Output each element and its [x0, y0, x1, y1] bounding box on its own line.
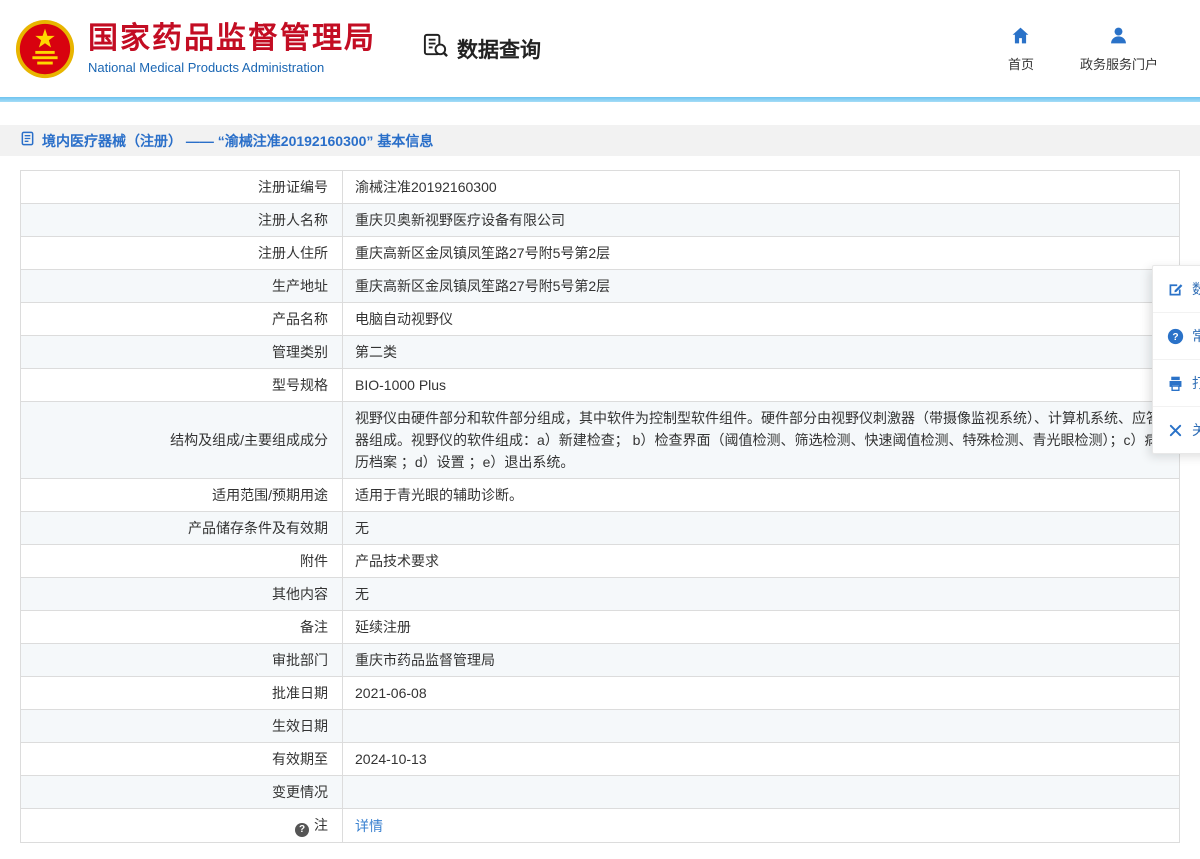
- row-label: 其他内容: [20, 577, 343, 611]
- printer-icon: [1167, 375, 1184, 392]
- row-label: 管理类别: [20, 335, 343, 369]
- table-row: 注册证编号 渝械注准20192160300: [20, 170, 1180, 204]
- row-label: 有效期至: [20, 742, 343, 776]
- panel-item-label: 数: [1192, 281, 1200, 297]
- row-value: 电脑自动视野仪: [342, 302, 1180, 336]
- row-label: 生产地址: [20, 269, 343, 303]
- table-row: 批准日期 2021-06-08: [20, 676, 1180, 710]
- row-label: 注册证编号: [20, 170, 343, 204]
- row-value: 重庆市药品监督管理局: [342, 643, 1180, 677]
- row-value: 渝械注准20192160300: [342, 170, 1180, 204]
- data-query-icon: [422, 32, 449, 65]
- row-value: 重庆高新区金凤镇凤笙路27号附5号第2层: [342, 236, 1180, 270]
- table-row: 备注 延续注册: [20, 610, 1180, 644]
- document-icon: [20, 131, 35, 151]
- org-name-cn: 国家药品监督管理局: [88, 22, 376, 56]
- table-row: 产品储存条件及有效期无: [20, 511, 1180, 545]
- row-label: 审批部门: [20, 643, 343, 677]
- row-label: 生效日期: [20, 709, 343, 743]
- row-label: 附件: [20, 544, 343, 578]
- breadcrumb-title: 境内医疗器械（注册） —— “渝械注准20192160300” 基本信息: [42, 132, 434, 149]
- registration-info: 注册证编号 渝械注准20192160300 注册人名称 重庆贝奥新视野医疗设备有限公司…: [20, 170, 1180, 843]
- nmpa-logo-link[interactable]: 国家药品监督管理局 National Medical Products Admi…: [14, 18, 376, 80]
- panel-item-close[interactable]: 关: [1153, 407, 1200, 453]
- breadcrumb: 境内医疗器械（注册） —— “渝械注准20192160300” 基本信息: [0, 125, 1200, 156]
- table-row: 生效日期: [20, 709, 1180, 743]
- row-value: [342, 709, 1180, 743]
- note-icon: ?: [295, 823, 309, 837]
- row-label: 批准日期: [20, 676, 343, 710]
- edit-icon: [1167, 281, 1184, 298]
- info-table-body: 注册证编号 渝械注准20192160300 注册人名称 重庆贝奥新视野医疗设备有限公司…: [20, 170, 1180, 843]
- table-row: 适用范围/预期用途 适用于青光眼的辅助诊断。: [20, 478, 1180, 512]
- table-row: 管理类别 第二类: [20, 335, 1180, 369]
- table-row: 型号规格 BIO-1000 Plus: [20, 368, 1180, 402]
- row-value: 适用于青光眼的辅助诊断。: [342, 478, 1180, 512]
- top-divider-bar: [0, 97, 1200, 102]
- row-value: 2021-06-08: [342, 676, 1180, 710]
- row-value: 第二类: [342, 335, 1180, 369]
- panel-item-data-query[interactable]: 数: [1153, 266, 1200, 313]
- panel-item-print[interactable]: 打: [1153, 360, 1200, 407]
- row-label: 注册人住所: [20, 236, 343, 270]
- close-icon: [1167, 422, 1184, 439]
- row-value: 详情: [342, 808, 1180, 843]
- row-label: 型号规格: [20, 368, 343, 402]
- nav-home-label: 首页: [1007, 56, 1034, 72]
- row-value: 重庆高新区金凤镇凤笙路27号附5号第2层: [342, 269, 1180, 303]
- section-title: 数据查询: [422, 32, 541, 65]
- row-value: [342, 775, 1180, 809]
- panel-item-label: 关: [1192, 422, 1200, 438]
- nav-portal-label: 政务服务门户: [1079, 56, 1158, 72]
- row-value: 延续注册: [342, 610, 1180, 644]
- row-value: 2024-10-13: [342, 742, 1180, 776]
- row-value: 无: [342, 511, 1180, 545]
- row-value: 视野仪由硬件部分和软件部分组成，其中软件为控制型软件组件。硬件部分由视野仪刺激器…: [342, 401, 1180, 479]
- nav-home[interactable]: 首页: [1008, 25, 1034, 73]
- row-value: BIO-1000 Plus: [342, 368, 1180, 402]
- row-value: 产品技术要求: [342, 544, 1180, 578]
- table-row: 审批部门 重庆市药品监督管理局: [20, 643, 1180, 677]
- table-row: 结构及组成/主要组成成分 视野仪由硬件部分和软件部分组成，其中软件为控制型软件组件…: [20, 401, 1180, 479]
- table-row: 生产地址 重庆高新区金凤镇凤笙路27号附5号第2层: [20, 269, 1180, 303]
- org-name: 国家药品监督管理局 National Medical Products Admi…: [88, 22, 376, 75]
- org-name-en: National Medical Products Administration: [88, 59, 325, 75]
- table-row: 其他内容无: [20, 577, 1180, 611]
- table-row: 附件 产品技术要求: [20, 544, 1180, 578]
- panel-item-label: 打: [1192, 375, 1200, 391]
- table-row: 变更情况: [20, 775, 1180, 809]
- row-label: ? 注: [20, 808, 343, 843]
- side-panel: 数? 常打关: [1152, 265, 1200, 454]
- svg-text:?: ?: [1172, 331, 1178, 342]
- nav-portal[interactable]: 政务服务门户: [1080, 25, 1158, 73]
- question-icon: ?: [1167, 328, 1184, 345]
- header: 国家药品监督管理局 National Medical Products Admi…: [0, 0, 1200, 97]
- table-row: ? 注详情: [20, 808, 1180, 843]
- row-label: 结构及组成/主要组成成分: [20, 401, 343, 479]
- row-label: 变更情况: [20, 775, 343, 809]
- table-row: 有效期至 2024-10-13: [20, 742, 1180, 776]
- row-value: 重庆贝奥新视野医疗设备有限公司: [342, 203, 1180, 237]
- row-label: 备注: [20, 610, 343, 644]
- row-label: 适用范围/预期用途: [20, 478, 343, 512]
- panel-item-faq[interactable]: ? 常: [1153, 313, 1200, 360]
- panel-item-label: 常: [1192, 328, 1200, 344]
- table-row: 注册人住所 重庆高新区金凤镇凤笙路27号附5号第2层: [20, 236, 1180, 270]
- info-table: 注册证编号 渝械注准20192160300 注册人名称 重庆贝奥新视野医疗设备有限公司…: [20, 170, 1180, 843]
- table-row: 注册人名称 重庆贝奥新视野医疗设备有限公司: [20, 203, 1180, 237]
- table-row: 产品名称 电脑自动视野仪: [20, 302, 1180, 336]
- row-value: 无: [342, 577, 1180, 611]
- user-icon: [1108, 25, 1129, 49]
- header-nav: 首页 政务服务门户: [1008, 25, 1158, 73]
- home-icon: [1010, 25, 1031, 49]
- section-title-label: 数据查询: [457, 38, 541, 62]
- row-label: 注册人名称: [20, 203, 343, 237]
- details-link[interactable]: 详情: [355, 818, 383, 834]
- row-label: 产品名称: [20, 302, 343, 336]
- row-label: 产品储存条件及有效期: [20, 511, 343, 545]
- national-emblem-logo: [14, 18, 76, 80]
